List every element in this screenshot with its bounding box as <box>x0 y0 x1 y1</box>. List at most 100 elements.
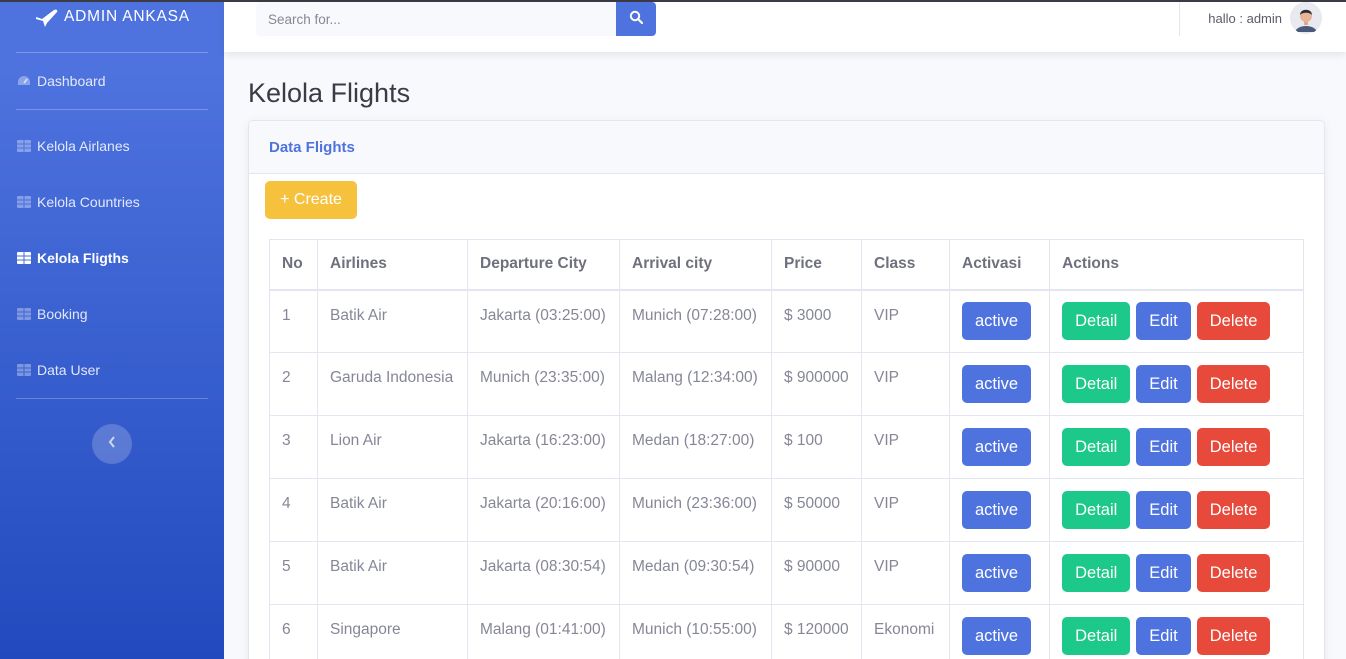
card-title: Data Flights <box>269 138 355 156</box>
sidebar-toggle-button[interactable] <box>92 424 132 464</box>
create-button[interactable]: + Create <box>265 181 357 219</box>
column-header: No <box>269 239 318 291</box>
cell-actions: Detail Edit Delete <box>1049 415 1304 479</box>
table-row: 1 Batik Air Jakarta (03:25:00) Munich (0… <box>269 289 1304 353</box>
edit-button[interactable]: Edit <box>1136 554 1191 592</box>
sidebar-item-data-user[interactable]: Data User <box>0 342 224 398</box>
active-status-button[interactable]: active <box>962 617 1032 655</box>
table-body: 1 Batik Air Jakarta (03:25:00) Munich (0… <box>269 289 1304 659</box>
search-bar <box>256 2 656 36</box>
detail-button[interactable]: Detail <box>1062 554 1131 592</box>
delete-button[interactable]: Delete <box>1196 617 1271 655</box>
tachometer-icon <box>17 75 31 87</box>
avatar[interactable] <box>1290 2 1322 34</box>
detail-button[interactable]: Detail <box>1062 365 1131 403</box>
active-status-button[interactable]: active <box>962 365 1032 403</box>
column-header: Activasi <box>948 239 1051 291</box>
sidebar-divider <box>16 398 208 399</box>
cell-no: 2 <box>269 352 318 416</box>
table-icon <box>17 252 31 264</box>
cell-no: 6 <box>269 604 318 659</box>
active-status-button[interactable]: active <box>962 302 1032 341</box>
active-status-button[interactable]: active <box>962 554 1032 592</box>
cell-price: $ 120000 <box>771 604 862 659</box>
cell-actions: Detail Edit Delete <box>1049 289 1304 353</box>
table-row: 6 Singapore Malang (01:41:00) Munich (10… <box>269 604 1304 659</box>
edit-button[interactable]: Edit <box>1136 302 1191 341</box>
page-title: Kelola Flights <box>248 78 411 108</box>
sidebar-item-label: Kelola Countries <box>37 194 140 210</box>
sidebar-item-booking[interactable]: Booking <box>0 286 224 342</box>
cell-class: VIP <box>861 541 950 605</box>
column-header: Departure City <box>467 239 620 291</box>
delete-button[interactable]: Delete <box>1196 428 1271 466</box>
detail-button[interactable]: Detail <box>1062 491 1131 529</box>
cell-arrival: Malang (12:34:00) <box>619 352 772 416</box>
cell-price: $ 90000 <box>771 541 862 605</box>
cell-arrival: Munich (07:28:00) <box>619 289 772 353</box>
sidebar-divider <box>16 109 208 110</box>
column-header: Class <box>861 239 950 291</box>
cell-activasi: active <box>948 352 1051 416</box>
search-input[interactable] <box>256 2 616 36</box>
cell-no: 5 <box>269 541 318 605</box>
cell-airline: Batik Air <box>317 541 468 605</box>
cell-price: $ 50000 <box>771 478 862 542</box>
cell-actions: Detail Edit Delete <box>1049 541 1304 605</box>
flights-card: Data Flights + Create No Airlines Depart… <box>248 120 1325 659</box>
sidebar-item-kelola-countries[interactable]: Kelola Countries <box>0 174 224 230</box>
sidebar-item-label: Kelola Airlanes <box>37 138 130 154</box>
column-header: Price <box>771 239 862 291</box>
cell-price: $ 900000 <box>771 352 862 416</box>
search-button[interactable] <box>616 2 656 36</box>
delete-button[interactable]: Delete <box>1196 365 1271 403</box>
cell-actions: Detail Edit Delete <box>1049 604 1304 659</box>
cell-class: VIP <box>861 478 950 542</box>
delete-button[interactable]: Delete <box>1196 491 1271 529</box>
sidebar-item-kelola-fligths[interactable]: Kelola Fligths <box>0 230 224 286</box>
cell-airline: Lion Air <box>317 415 468 479</box>
table-icon <box>17 364 31 376</box>
detail-button[interactable]: Detail <box>1062 428 1131 466</box>
topbar-divider <box>1179 2 1180 36</box>
delete-button[interactable]: Delete <box>1196 302 1271 341</box>
cell-arrival: Munich (10:55:00) <box>619 604 772 659</box>
sidebar-item-label: Dashboard <box>37 73 106 89</box>
table-row: 4 Batik Air Jakarta (20:16:00) Munich (2… <box>269 478 1304 542</box>
sidebar-item-label: Booking <box>37 306 88 322</box>
table-icon <box>17 140 31 152</box>
cell-no: 4 <box>269 478 318 542</box>
edit-button[interactable]: Edit <box>1136 428 1191 466</box>
cell-departure: Malang (01:41:00) <box>467 604 620 659</box>
card-header: Data Flights <box>249 121 1324 174</box>
cell-activasi: active <box>948 478 1051 542</box>
cell-class: VIP <box>861 289 950 353</box>
edit-button[interactable]: Edit <box>1136 365 1191 403</box>
table-header-row: No Airlines Departure City Arrival city … <box>269 239 1304 291</box>
column-header: Actions <box>1049 239 1304 291</box>
table-row: 2 Garuda Indonesia Munich (23:35:00) Mal… <box>269 352 1304 416</box>
delete-button[interactable]: Delete <box>1196 554 1271 592</box>
detail-button[interactable]: Detail <box>1062 302 1131 341</box>
cell-actions: Detail Edit Delete <box>1049 478 1304 542</box>
topbar: hallo : admin <box>224 2 1346 52</box>
sidebar-item-dashboard[interactable]: Dashboard <box>0 53 224 109</box>
cell-departure: Jakarta (16:23:00) <box>467 415 620 479</box>
sidebar-item-label: Data User <box>37 362 101 378</box>
active-status-button[interactable]: active <box>962 491 1032 529</box>
user-dropdown[interactable]: hallo : admin <box>1208 2 1322 34</box>
brand[interactable]: ADMIN ANKASA <box>0 2 224 52</box>
table-icon <box>17 308 31 320</box>
cell-activasi: active <box>948 289 1051 353</box>
detail-button[interactable]: Detail <box>1062 617 1131 655</box>
edit-button[interactable]: Edit <box>1136 491 1191 529</box>
cell-arrival: Medan (09:30:54) <box>619 541 772 605</box>
edit-button[interactable]: Edit <box>1136 617 1191 655</box>
table-icon <box>17 196 31 208</box>
table-row: 5 Batik Air Jakarta (08:30:54) Medan (09… <box>269 541 1304 605</box>
cell-class: VIP <box>861 415 950 479</box>
cell-airline: Batik Air <box>317 289 468 353</box>
sidebar-item-kelola-airlanes[interactable]: Kelola Airlanes <box>0 118 224 174</box>
cell-actions: Detail Edit Delete <box>1049 352 1304 416</box>
active-status-button[interactable]: active <box>962 428 1032 466</box>
